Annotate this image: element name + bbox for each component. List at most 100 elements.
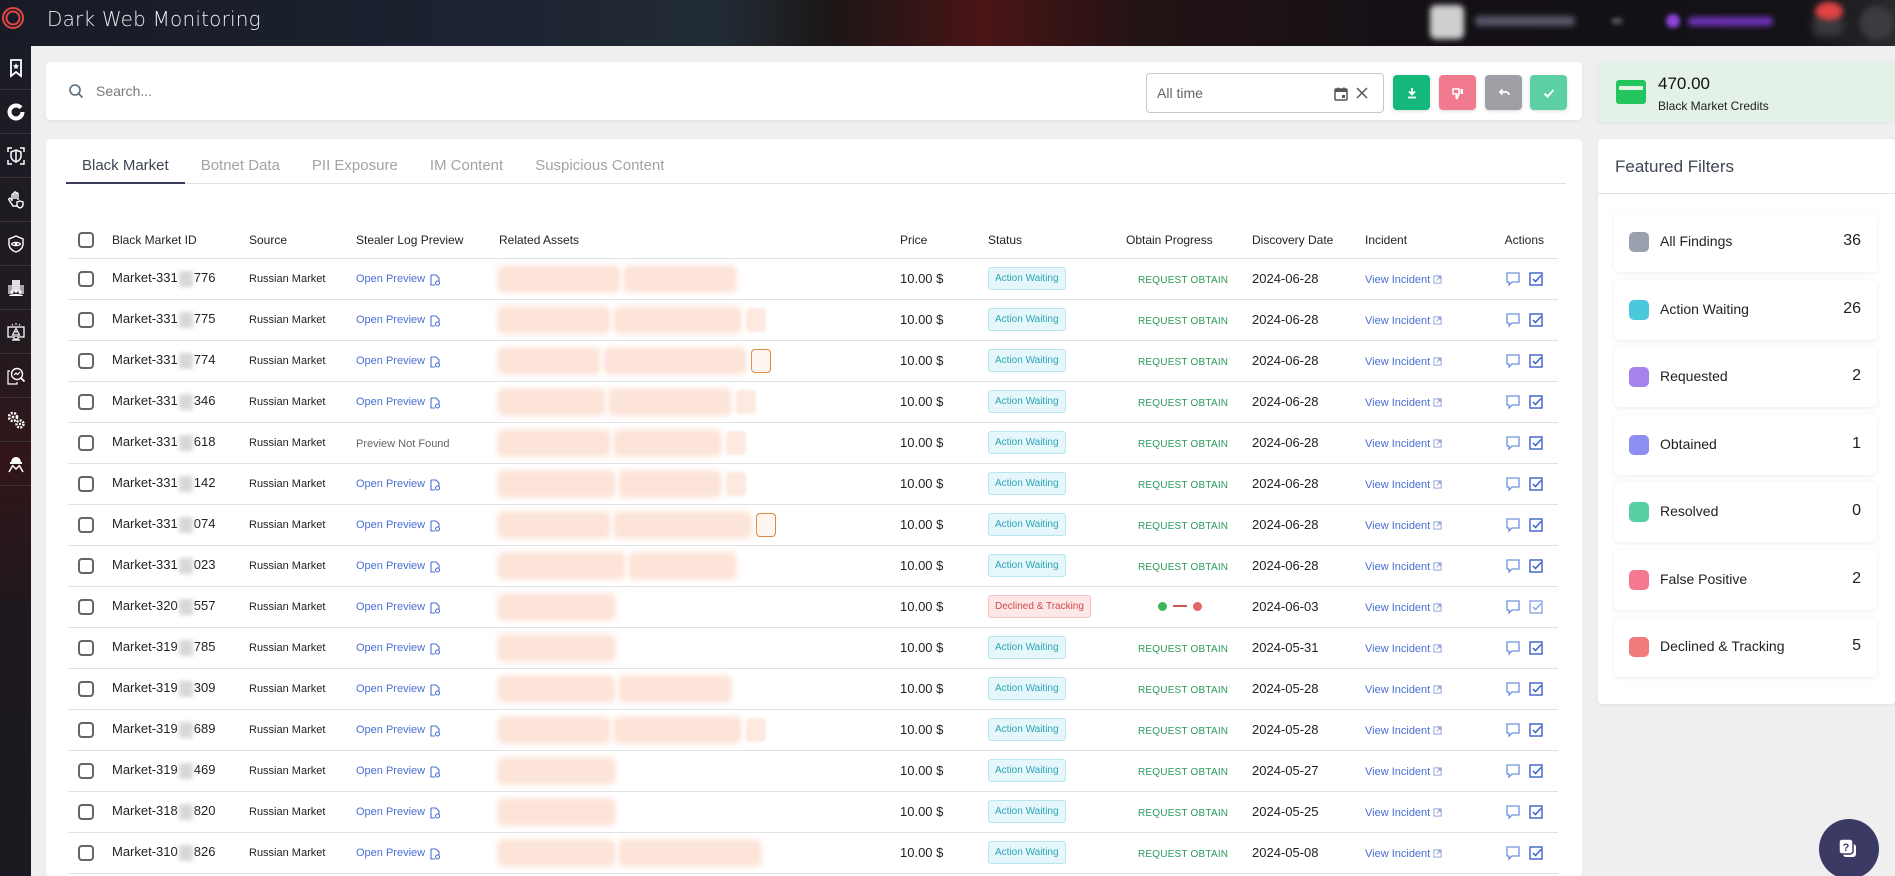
row-checkbox[interactable] (78, 270, 94, 287)
comment-icon[interactable] (1505, 845, 1521, 861)
close-icon[interactable] (1355, 86, 1369, 100)
org-name-redacted[interactable] (1688, 17, 1773, 26)
column-header-price[interactable]: Price (900, 223, 988, 259)
row-checkbox[interactable] (78, 393, 94, 410)
open-preview-link[interactable]: Open Preview (356, 683, 441, 695)
checkbox-task-icon[interactable] (1528, 394, 1544, 410)
table-row[interactable]: Market-331 774 Russian Market Open Preview 1… (68, 340, 1558, 382)
request-obtain-button[interactable]: REQUEST OBTAIN (1126, 480, 1228, 491)
row-checkbox[interactable] (78, 557, 94, 574)
select-all-checkbox[interactable] (78, 232, 94, 249)
related-asset-chip[interactable] (499, 471, 614, 496)
checkbox-task-icon[interactable] (1528, 681, 1544, 697)
column-header-source[interactable]: Source (249, 223, 356, 259)
help-chat-button[interactable]: ? (1819, 819, 1879, 876)
checkbox-task-icon[interactable] (1528, 271, 1544, 287)
table-row[interactable]: Market-318 820 Russian Market Open Preview 1… (68, 791, 1558, 833)
view-incident-link[interactable]: View Incident (1365, 397, 1442, 409)
row-checkbox[interactable] (78, 680, 94, 697)
related-asset-chip[interactable] (625, 266, 735, 291)
table-row[interactable]: Market-319 469 Russian Market Open Preview 1… (68, 750, 1558, 792)
checkbox-task-icon[interactable] (1528, 476, 1544, 492)
table-row[interactable]: Market-319 309 Russian Market Open Preview 1… (68, 668, 1558, 710)
filter-action-waiting[interactable]: Action Waiting 26 (1614, 279, 1877, 340)
false-positive-button[interactable] (1439, 75, 1476, 110)
user-logo-redacted[interactable] (1430, 5, 1464, 39)
related-asset-chip[interactable] (630, 553, 735, 578)
comment-icon[interactable] (1505, 353, 1521, 369)
comment-icon[interactable] (1505, 394, 1521, 410)
tab-suspicious-content[interactable]: Suspicious Content (519, 139, 680, 184)
sidebar-item-dashboard[interactable] (0, 90, 31, 134)
row-checkbox[interactable] (78, 352, 94, 369)
comment-icon[interactable] (1505, 722, 1521, 738)
view-incident-link[interactable]: View Incident (1365, 807, 1442, 819)
open-preview-link[interactable]: Open Preview (356, 355, 441, 367)
column-header-assets[interactable]: Related Assets (499, 223, 900, 259)
view-incident-link[interactable]: View Incident (1365, 274, 1442, 286)
sidebar-item-protection[interactable] (0, 134, 31, 178)
request-obtain-button[interactable]: REQUEST OBTAIN (1126, 521, 1228, 532)
checkbox-task-icon[interactable] (1528, 640, 1544, 656)
checkbox-task-icon[interactable] (1528, 804, 1544, 820)
open-preview-link[interactable]: Open Preview (356, 806, 441, 818)
related-asset-chip[interactable] (499, 266, 619, 291)
user-name-redacted[interactable] (1475, 16, 1575, 26)
related-asset-chip[interactable] (615, 307, 740, 332)
related-asset-chip[interactable] (499, 307, 609, 332)
request-obtain-button[interactable]: REQUEST OBTAIN (1126, 849, 1228, 860)
sidebar-item-settings[interactable] (0, 398, 31, 442)
related-asset-chip[interactable] (499, 676, 614, 701)
related-asset-chip[interactable] (620, 471, 720, 496)
row-checkbox[interactable] (78, 475, 94, 492)
comment-icon[interactable] (1505, 640, 1521, 656)
table-row[interactable]: Market-320 557 Russian Market Open Preview 1… (68, 586, 1558, 628)
column-header-preview[interactable]: Stealer Log Preview (356, 223, 499, 259)
column-header-obtain-progress[interactable]: Obtain Progress (1126, 223, 1252, 259)
related-asset-chip[interactable] (620, 840, 760, 865)
tab-black-market[interactable]: Black Market (66, 139, 185, 184)
column-header-incident[interactable]: Incident (1365, 223, 1482, 259)
sidebar-item-organization[interactable] (0, 266, 31, 310)
table-row[interactable]: Market-331 775 Russian Market Open Preview 1… (68, 299, 1558, 341)
row-checkbox[interactable] (78, 639, 94, 656)
related-asset-chip[interactable] (499, 553, 624, 578)
tab-pii-exposure[interactable]: PII Exposure (296, 139, 414, 184)
related-asset-chip[interactable] (499, 348, 599, 373)
open-preview-link[interactable]: Open Preview (356, 765, 441, 777)
related-asset-chip[interactable] (499, 635, 614, 660)
checkbox-task-icon[interactable] (1528, 312, 1544, 328)
column-header-discovery-date[interactable]: Discovery Date (1252, 223, 1365, 259)
table-row[interactable]: Market-331 074 Russian Market Open Preview 1… (68, 504, 1558, 546)
related-asset-chip[interactable] (499, 430, 609, 455)
view-incident-link[interactable]: View Incident (1365, 315, 1442, 327)
checkbox-task-icon[interactable] (1528, 517, 1544, 533)
app-logo-icon[interactable] (1, 6, 25, 30)
table-row[interactable]: Market-331 346 Russian Market Open Preview 1… (68, 381, 1558, 423)
request-obtain-button[interactable]: REQUEST OBTAIN (1126, 808, 1228, 819)
view-incident-link[interactable]: View Incident (1365, 561, 1442, 573)
view-incident-link[interactable]: View Incident (1365, 356, 1442, 368)
sidebar-item-investigation[interactable] (0, 354, 31, 398)
more-assets-chip[interactable] (746, 717, 766, 742)
related-asset-chip[interactable] (620, 676, 730, 701)
open-preview-link[interactable]: Open Preview (356, 847, 441, 859)
filter-all-findings[interactable]: All Findings 36 (1614, 212, 1877, 272)
request-obtain-button[interactable]: REQUEST OBTAIN (1126, 316, 1228, 327)
open-preview-link[interactable]: Open Preview (356, 396, 441, 408)
download-button[interactable] (1393, 75, 1430, 110)
view-incident-link[interactable]: View Incident (1365, 479, 1442, 491)
table-row[interactable]: Market-331 023 Russian Market Open Preview 1… (68, 545, 1558, 587)
calendar-icon[interactable] (1333, 86, 1349, 102)
more-assets-chip[interactable] (736, 389, 756, 414)
checkbox-task-icon[interactable] (1528, 558, 1544, 574)
related-asset-chip[interactable] (499, 758, 614, 783)
comment-icon[interactable] (1505, 599, 1521, 615)
avatar[interactable] (1860, 6, 1894, 40)
related-asset-chip[interactable] (499, 594, 614, 619)
open-preview-link[interactable]: Open Preview (356, 519, 441, 531)
request-obtain-button[interactable]: REQUEST OBTAIN (1126, 767, 1228, 778)
related-asset-chip[interactable] (615, 430, 720, 455)
checkbox-task-icon[interactable] (1528, 722, 1544, 738)
more-assets-chip[interactable] (726, 430, 746, 455)
